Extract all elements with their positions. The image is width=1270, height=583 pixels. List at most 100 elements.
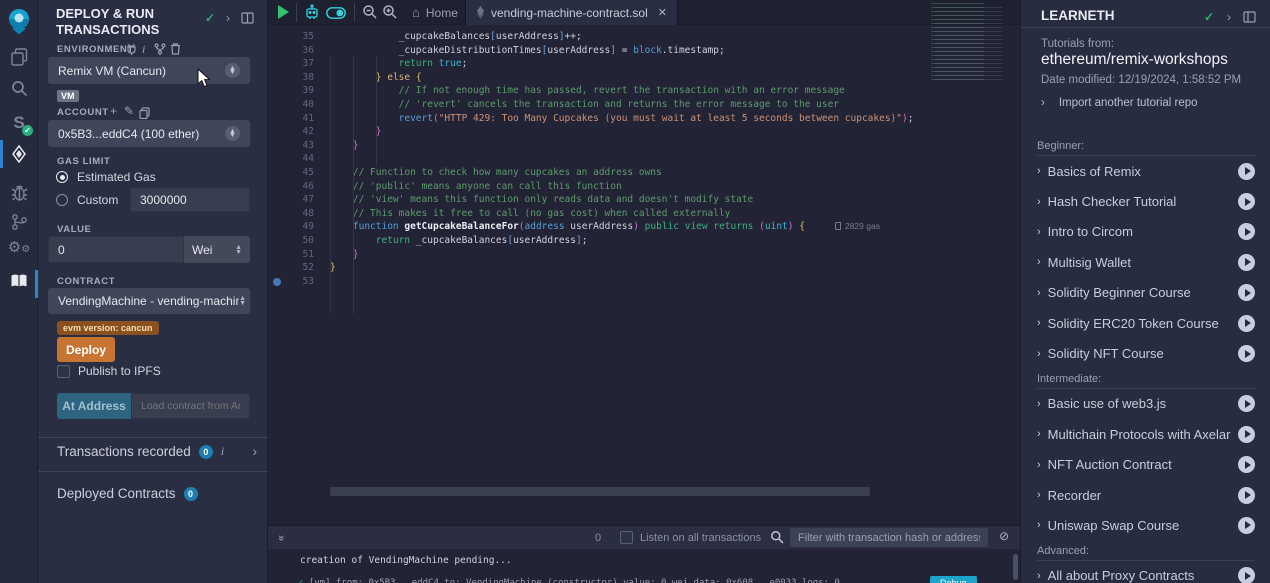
code-line[interactable]: 39 // If not enough time has passed, rev… [268,84,1020,98]
code-line[interactable]: 44 [268,152,1020,166]
line-number[interactable]: 43 [268,139,330,153]
line-number[interactable]: 52 [268,261,330,275]
listen-all-checkbox[interactable] [620,531,633,544]
code-line[interactable]: 53 [268,275,1020,289]
environment-select[interactable]: Remix VM (Cancun) ▲▼ [48,57,250,84]
add-account-icon[interactable]: + [110,104,117,118]
code-line[interactable]: 36 _cupcakeDistributionTimes[userAddress… [268,44,1020,58]
code-line[interactable]: 38 } else { [268,71,1020,85]
play-tutorial-icon[interactable] [1238,345,1255,362]
code-line[interactable]: 45 // Function to check how many cupcake… [268,166,1020,180]
code-line[interactable]: 48 // This makes it free to call (no gas… [268,207,1020,221]
play-tutorial-icon[interactable] [1238,254,1255,271]
tab-home[interactable]: ⌂ Home [402,0,468,25]
zoom-in-icon[interactable] [382,4,398,25]
tutorial-item[interactable]: ›Solidity NFT Course [1021,338,1270,368]
search-icon[interactable] [0,80,38,97]
line-number[interactable]: 45 [268,166,330,180]
play-tutorial-icon[interactable] [1238,284,1255,301]
line-number[interactable]: 48 [268,207,330,221]
play-tutorial-icon[interactable] [1238,395,1255,412]
code-line[interactable]: 51 } [268,248,1020,262]
code-line[interactable]: 49 function getCupcakeBalanceFor(address… [268,220,1020,234]
line-number[interactable]: 37 [268,57,330,71]
at-address-input[interactable] [131,393,250,419]
custom-gas-radio[interactable] [56,194,68,206]
play-tutorial-icon[interactable] [1238,487,1255,504]
tutorial-item[interactable]: ›Intro to Circom [1021,217,1270,247]
tutorial-item[interactable]: ›Basics of Remix [1021,156,1270,186]
ai-copilot-robot-icon[interactable] [304,4,320,25]
tutorial-item[interactable]: ›Uniswap Swap Course [1021,510,1270,540]
learneth-book-icon[interactable] [0,273,38,289]
publish-ipfs-checkbox[interactable] [57,365,70,378]
transactions-recorded-row[interactable]: Transactions recorded 0 i › [57,444,257,459]
play-tutorial-icon[interactable] [1238,426,1255,443]
contract-select[interactable]: VendingMachine - vending-machin ▲▼ [48,288,250,314]
breakpoint-dot[interactable] [273,278,281,286]
terminal-scrollbar[interactable] [1013,554,1018,580]
tutorial-item[interactable]: ›Solidity Beginner Course [1021,278,1270,308]
deploy-run-icon[interactable] [0,145,38,163]
play-tutorial-icon[interactable] [1238,517,1255,534]
deploy-button[interactable]: Deploy [57,337,115,362]
import-repo-row[interactable]: › Import another tutorial repo [1041,97,1198,109]
line-number[interactable]: 38 [268,71,330,85]
code-line[interactable]: 47 // 'view' means this function only re… [268,193,1020,207]
line-number[interactable]: 41 [268,112,330,126]
edit-account-icon[interactable]: ✎ [124,104,134,118]
play-tutorial-icon[interactable] [1238,163,1255,180]
line-number[interactable]: 36 [268,44,330,58]
terminal-filter-input[interactable] [790,528,988,547]
tutorial-item[interactable]: ›Multisig Wallet [1021,247,1270,277]
line-number[interactable]: 40 [268,98,330,112]
line-number[interactable]: 35 [268,30,330,44]
tab-file-active[interactable]: vending-machine-contract.sol ✕ [465,0,678,25]
code-line[interactable]: 37 return true; [268,57,1020,71]
play-tutorial-icon[interactable] [1238,193,1255,210]
play-tutorial-icon[interactable] [1238,223,1255,240]
line-number[interactable]: 46 [268,180,330,194]
play-tutorial-icon[interactable] [1238,567,1255,583]
settings-gears-icon[interactable]: ⚙⚙ [0,238,38,256]
code-line[interactable]: 43 } [268,139,1020,153]
editor-minimap[interactable] [925,3,1011,81]
code-line[interactable]: 41 revert("HTTP 429: Too Many Cupcakes (… [268,112,1020,126]
code-line[interactable]: 46 // 'public' means anyone can call thi… [268,180,1020,194]
code-line[interactable]: 50 return _cupcakeBalances[userAddress]; [268,234,1020,248]
panel-expand-icon[interactable]: › [226,11,230,25]
value-unit-select[interactable]: Wei ▲▼ [184,236,250,263]
tutorial-item[interactable]: ›NFT Auction Contract [1021,450,1270,480]
remix-logo-icon[interactable] [0,8,38,36]
copilot-toggle-icon[interactable] [326,6,346,24]
run-script-icon[interactable] [278,5,289,19]
file-explorer-icon[interactable] [0,48,38,66]
tutorial-item[interactable]: ›Recorder [1021,480,1270,510]
line-number[interactable]: 47 [268,193,330,207]
chevron-right-icon[interactable]: › [253,444,258,459]
line-number[interactable]: 42 [268,125,330,139]
tutorial-item[interactable]: ›Hash Checker Tutorial [1021,186,1270,216]
code-line[interactable]: 42 } [268,125,1020,139]
line-number[interactable]: 51 [268,248,330,262]
zoom-out-icon[interactable] [362,4,378,25]
terminal-clear-icon[interactable]: ⊘ [999,529,1009,543]
git-branch-icon[interactable] [0,213,38,231]
environment-info-icon[interactable]: i [142,42,145,57]
account-select[interactable]: 0x5B3...eddC4 (100 ether) ▲▼ [48,120,250,147]
value-input[interactable] [48,236,184,263]
terminal-collapse-icon[interactable]: » [275,534,287,540]
custom-gas-input[interactable] [130,187,250,212]
at-address-button[interactable]: At Address [57,393,131,419]
panel-pin-icon[interactable] [241,11,254,29]
tab-close-icon[interactable]: ✕ [658,6,667,19]
solidity-compiler-icon[interactable]: S ✓ [0,113,38,133]
tutorial-item[interactable]: ›All about Proxy Contracts [1021,561,1270,583]
line-number[interactable]: 49 [268,220,330,234]
line-number[interactable]: 44 [268,152,330,166]
estimated-gas-radio[interactable] [56,171,68,183]
tutorial-item[interactable]: ›Solidity ERC20 Token Course [1021,308,1270,338]
tutorial-item[interactable]: ›Multichain Protocols with Axelar [1021,419,1270,449]
code-editor[interactable]: 35 _cupcakeBalances[userAddress]++;36 _c… [268,26,1020,525]
code-line[interactable]: 52} [268,261,1020,275]
